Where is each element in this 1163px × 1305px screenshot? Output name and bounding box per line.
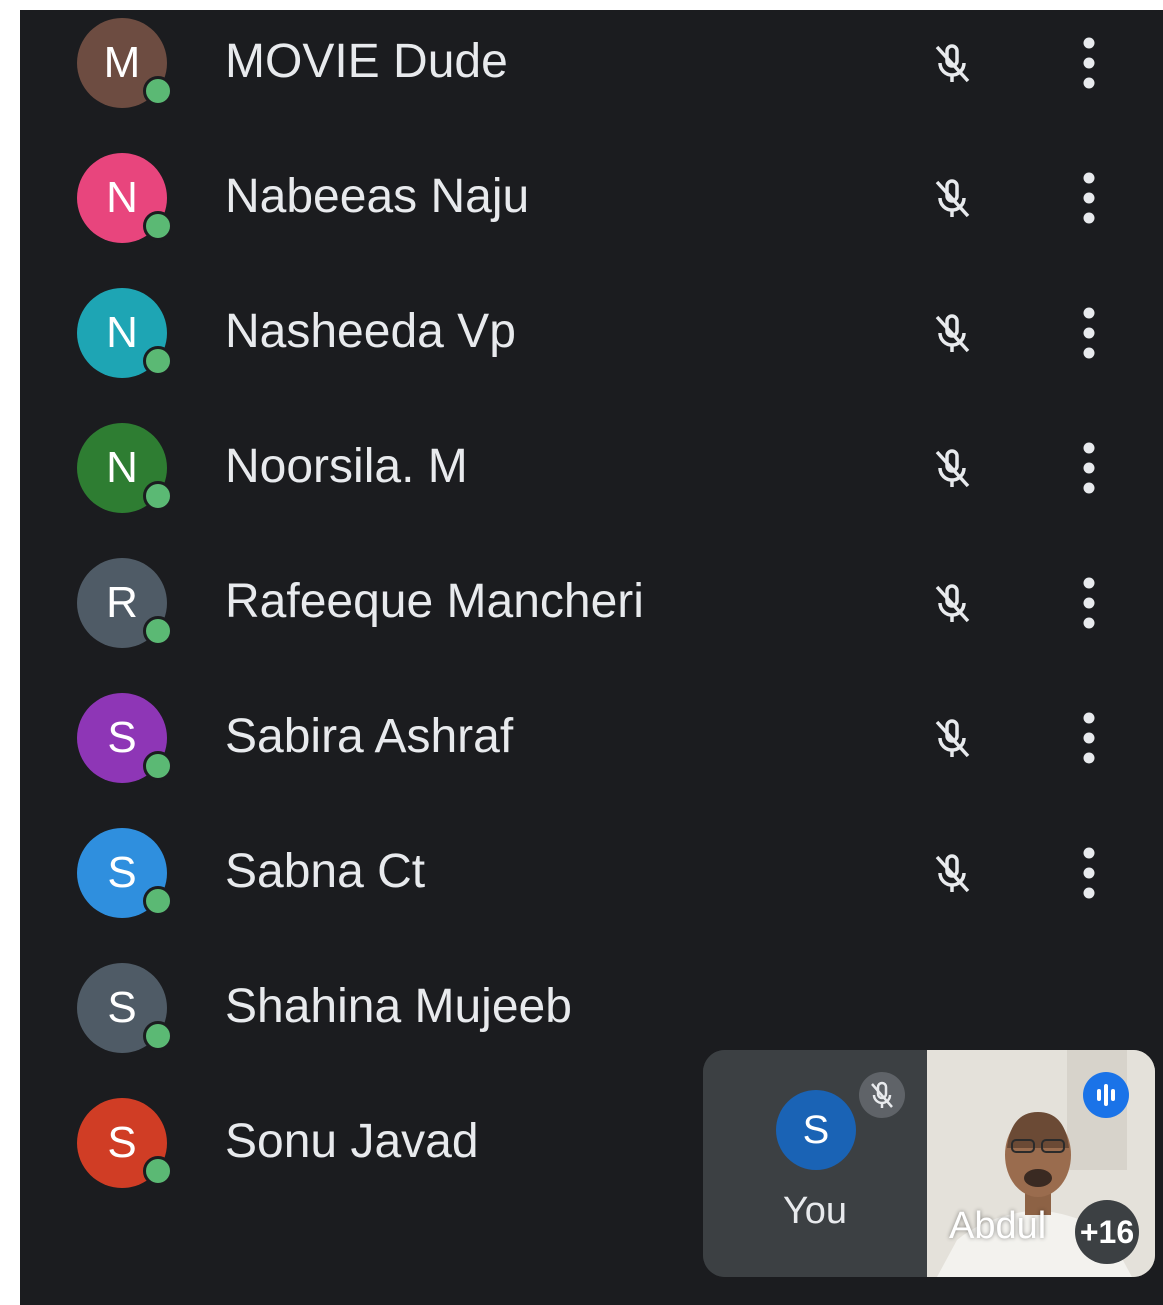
mic-off-icon[interactable] xyxy=(923,574,981,632)
online-presence-dot xyxy=(143,1021,173,1051)
speaker-video-tile[interactable]: Abdul +16 xyxy=(927,1050,1155,1277)
participants-panel: HHelo HeloMMOVIE DudeNNabeeas NajuNNashe… xyxy=(20,10,1163,1305)
participant-name: Noorsila. M xyxy=(225,440,468,493)
more-vert-icon[interactable] xyxy=(1074,843,1104,903)
participant-row[interactable]: S Sabna Ct xyxy=(20,828,1163,962)
more-vert-icon[interactable] xyxy=(1074,303,1104,363)
picture-in-picture[interactable]: S You Abdul +16 xyxy=(703,1050,1155,1277)
mic-off-icon[interactable] xyxy=(923,439,981,497)
mic-off-icon[interactable] xyxy=(923,844,981,902)
online-presence-dot xyxy=(143,616,173,646)
mic-off-icon[interactable] xyxy=(923,169,981,227)
speaker-name: Abdul xyxy=(949,1205,1047,1247)
participant-row[interactable]: M MOVIE Dude xyxy=(20,18,1163,152)
online-presence-dot xyxy=(143,886,173,916)
participant-name: Rafeeque Mancheri xyxy=(225,575,644,628)
more-vert-icon[interactable] xyxy=(1074,168,1104,228)
more-vert-icon[interactable] xyxy=(1074,573,1104,633)
participant-row[interactable]: N Noorsila. M xyxy=(20,423,1163,557)
online-presence-dot xyxy=(143,1156,173,1186)
more-vert-icon[interactable] xyxy=(1074,33,1104,93)
self-tile: S You xyxy=(703,1050,927,1277)
mic-off-icon[interactable] xyxy=(923,34,981,92)
audio-level-icon xyxy=(1083,1072,1129,1118)
online-presence-dot xyxy=(143,346,173,376)
participant-row[interactable]: R Rafeeque Mancheri xyxy=(20,558,1163,692)
participant-row[interactable]: N Nasheeda Vp xyxy=(20,288,1163,422)
self-label: You xyxy=(782,1190,848,1232)
participant-name: Sabna Ct xyxy=(225,845,426,898)
mic-off-icon[interactable] xyxy=(923,709,981,767)
participant-name: Shahina Mujeeb xyxy=(225,980,572,1033)
participant-name: Sonu Javad xyxy=(225,1115,479,1168)
participant-row[interactable]: N Nabeeas Naju xyxy=(20,153,1163,287)
more-participants-badge[interactable]: +16 xyxy=(1075,1200,1139,1264)
self-avatar: S xyxy=(776,1090,856,1170)
mic-off-icon[interactable] xyxy=(923,304,981,362)
participant-name: Sabira Ashraf xyxy=(225,710,514,763)
online-presence-dot xyxy=(143,751,173,781)
participant-name: Nabeeas Naju xyxy=(225,170,530,223)
more-vert-icon[interactable] xyxy=(1074,708,1104,768)
self-mic-off-icon xyxy=(859,1072,905,1118)
participant-name: Nasheeda Vp xyxy=(225,305,516,358)
online-presence-dot xyxy=(143,211,173,241)
online-presence-dot xyxy=(143,481,173,511)
participant-row[interactable]: S Sabira Ashraf xyxy=(20,693,1163,827)
more-vert-icon[interactable] xyxy=(1074,438,1104,498)
participant-name: MOVIE Dude xyxy=(225,35,508,88)
online-presence-dot xyxy=(143,76,173,106)
